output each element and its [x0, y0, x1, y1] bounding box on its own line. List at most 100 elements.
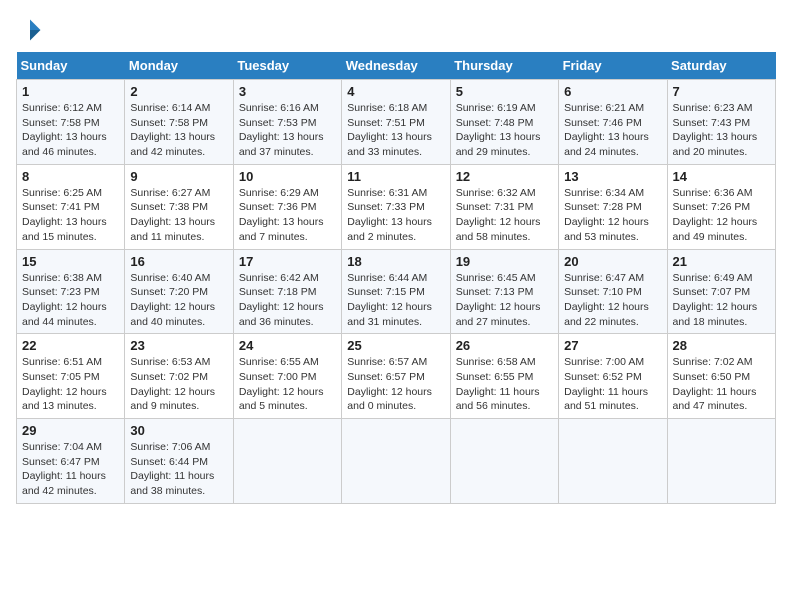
calendar-cell: 22 Sunrise: 6:51 AM Sunset: 7:05 PM Dayl…: [17, 334, 125, 419]
day-info: Sunrise: 6:40 AM Sunset: 7:20 PM Dayligh…: [130, 271, 227, 330]
calendar-week-4: 22 Sunrise: 6:51 AM Sunset: 7:05 PM Dayl…: [17, 334, 776, 419]
page-header: [16, 16, 776, 44]
calendar-cell: 12 Sunrise: 6:32 AM Sunset: 7:31 PM Dayl…: [450, 164, 558, 249]
day-number: 24: [239, 338, 336, 353]
day-info: Sunrise: 6:51 AM Sunset: 7:05 PM Dayligh…: [22, 355, 119, 414]
calendar-cell: 21 Sunrise: 6:49 AM Sunset: 7:07 PM Dayl…: [667, 249, 775, 334]
day-info: Sunrise: 6:18 AM Sunset: 7:51 PM Dayligh…: [347, 101, 444, 160]
weekday-header-friday: Friday: [559, 52, 667, 80]
calendar-cell: 9 Sunrise: 6:27 AM Sunset: 7:38 PM Dayli…: [125, 164, 233, 249]
day-number: 19: [456, 254, 553, 269]
calendar-cell: 4 Sunrise: 6:18 AM Sunset: 7:51 PM Dayli…: [342, 80, 450, 165]
day-number: 10: [239, 169, 336, 184]
day-number: 13: [564, 169, 661, 184]
day-number: 22: [22, 338, 119, 353]
calendar-cell: 24 Sunrise: 6:55 AM Sunset: 7:00 PM Dayl…: [233, 334, 341, 419]
calendar-cell: 11 Sunrise: 6:31 AM Sunset: 7:33 PM Dayl…: [342, 164, 450, 249]
calendar-cell: 1 Sunrise: 6:12 AM Sunset: 7:58 PM Dayli…: [17, 80, 125, 165]
day-number: 30: [130, 423, 227, 438]
calendar-cell: [559, 419, 667, 504]
calendar-cell: 7 Sunrise: 6:23 AM Sunset: 7:43 PM Dayli…: [667, 80, 775, 165]
day-info: Sunrise: 6:14 AM Sunset: 7:58 PM Dayligh…: [130, 101, 227, 160]
day-number: 17: [239, 254, 336, 269]
day-number: 2: [130, 84, 227, 99]
calendar-cell: [342, 419, 450, 504]
day-info: Sunrise: 7:04 AM Sunset: 6:47 PM Dayligh…: [22, 440, 119, 499]
day-info: Sunrise: 6:55 AM Sunset: 7:00 PM Dayligh…: [239, 355, 336, 414]
logo: [16, 16, 48, 44]
calendar-week-1: 1 Sunrise: 6:12 AM Sunset: 7:58 PM Dayli…: [17, 80, 776, 165]
calendar-cell: 3 Sunrise: 6:16 AM Sunset: 7:53 PM Dayli…: [233, 80, 341, 165]
day-info: Sunrise: 6:58 AM Sunset: 6:55 PM Dayligh…: [456, 355, 553, 414]
calendar-cell: [667, 419, 775, 504]
day-info: Sunrise: 6:32 AM Sunset: 7:31 PM Dayligh…: [456, 186, 553, 245]
day-info: Sunrise: 7:02 AM Sunset: 6:50 PM Dayligh…: [673, 355, 770, 414]
day-number: 20: [564, 254, 661, 269]
day-info: Sunrise: 6:47 AM Sunset: 7:10 PM Dayligh…: [564, 271, 661, 330]
calendar-cell: 8 Sunrise: 6:25 AM Sunset: 7:41 PM Dayli…: [17, 164, 125, 249]
calendar-cell: 17 Sunrise: 6:42 AM Sunset: 7:18 PM Dayl…: [233, 249, 341, 334]
calendar-body: 1 Sunrise: 6:12 AM Sunset: 7:58 PM Dayli…: [17, 80, 776, 504]
day-info: Sunrise: 6:44 AM Sunset: 7:15 PM Dayligh…: [347, 271, 444, 330]
day-number: 29: [22, 423, 119, 438]
calendar-cell: 10 Sunrise: 6:29 AM Sunset: 7:36 PM Dayl…: [233, 164, 341, 249]
day-number: 11: [347, 169, 444, 184]
day-info: Sunrise: 6:31 AM Sunset: 7:33 PM Dayligh…: [347, 186, 444, 245]
day-number: 18: [347, 254, 444, 269]
calendar-table: SundayMondayTuesdayWednesdayThursdayFrid…: [16, 52, 776, 504]
calendar-cell: 16 Sunrise: 6:40 AM Sunset: 7:20 PM Dayl…: [125, 249, 233, 334]
calendar-cell: 26 Sunrise: 6:58 AM Sunset: 6:55 PM Dayl…: [450, 334, 558, 419]
day-number: 23: [130, 338, 227, 353]
calendar-cell: 29 Sunrise: 7:04 AM Sunset: 6:47 PM Dayl…: [17, 419, 125, 504]
day-number: 15: [22, 254, 119, 269]
day-info: Sunrise: 7:06 AM Sunset: 6:44 PM Dayligh…: [130, 440, 227, 499]
weekday-header-sunday: Sunday: [17, 52, 125, 80]
day-info: Sunrise: 6:19 AM Sunset: 7:48 PM Dayligh…: [456, 101, 553, 160]
day-info: Sunrise: 6:12 AM Sunset: 7:58 PM Dayligh…: [22, 101, 119, 160]
day-number: 3: [239, 84, 336, 99]
calendar-cell: 15 Sunrise: 6:38 AM Sunset: 7:23 PM Dayl…: [17, 249, 125, 334]
calendar-cell: 18 Sunrise: 6:44 AM Sunset: 7:15 PM Dayl…: [342, 249, 450, 334]
day-info: Sunrise: 7:00 AM Sunset: 6:52 PM Dayligh…: [564, 355, 661, 414]
day-info: Sunrise: 6:27 AM Sunset: 7:38 PM Dayligh…: [130, 186, 227, 245]
day-info: Sunrise: 6:23 AM Sunset: 7:43 PM Dayligh…: [673, 101, 770, 160]
day-info: Sunrise: 6:25 AM Sunset: 7:41 PM Dayligh…: [22, 186, 119, 245]
day-number: 21: [673, 254, 770, 269]
logo-icon: [16, 16, 44, 44]
day-number: 16: [130, 254, 227, 269]
calendar-cell: 20 Sunrise: 6:47 AM Sunset: 7:10 PM Dayl…: [559, 249, 667, 334]
calendar-cell: 28 Sunrise: 7:02 AM Sunset: 6:50 PM Dayl…: [667, 334, 775, 419]
calendar-cell: [233, 419, 341, 504]
day-number: 14: [673, 169, 770, 184]
day-info: Sunrise: 6:21 AM Sunset: 7:46 PM Dayligh…: [564, 101, 661, 160]
day-info: Sunrise: 6:16 AM Sunset: 7:53 PM Dayligh…: [239, 101, 336, 160]
day-number: 4: [347, 84, 444, 99]
weekday-header-thursday: Thursday: [450, 52, 558, 80]
calendar-cell: 27 Sunrise: 7:00 AM Sunset: 6:52 PM Dayl…: [559, 334, 667, 419]
calendar-cell: 25 Sunrise: 6:57 AM Sunset: 6:57 PM Dayl…: [342, 334, 450, 419]
calendar-cell: 6 Sunrise: 6:21 AM Sunset: 7:46 PM Dayli…: [559, 80, 667, 165]
day-info: Sunrise: 6:42 AM Sunset: 7:18 PM Dayligh…: [239, 271, 336, 330]
calendar-cell: 30 Sunrise: 7:06 AM Sunset: 6:44 PM Dayl…: [125, 419, 233, 504]
calendar-cell: 23 Sunrise: 6:53 AM Sunset: 7:02 PM Dayl…: [125, 334, 233, 419]
day-number: 6: [564, 84, 661, 99]
day-info: Sunrise: 6:38 AM Sunset: 7:23 PM Dayligh…: [22, 271, 119, 330]
calendar-cell: 13 Sunrise: 6:34 AM Sunset: 7:28 PM Dayl…: [559, 164, 667, 249]
calendar-cell: 5 Sunrise: 6:19 AM Sunset: 7:48 PM Dayli…: [450, 80, 558, 165]
calendar-cell: 19 Sunrise: 6:45 AM Sunset: 7:13 PM Dayl…: [450, 249, 558, 334]
day-number: 12: [456, 169, 553, 184]
day-number: 28: [673, 338, 770, 353]
day-number: 25: [347, 338, 444, 353]
day-number: 9: [130, 169, 227, 184]
weekday-header-saturday: Saturday: [667, 52, 775, 80]
calendar-header: SundayMondayTuesdayWednesdayThursdayFrid…: [17, 52, 776, 80]
day-info: Sunrise: 6:29 AM Sunset: 7:36 PM Dayligh…: [239, 186, 336, 245]
day-number: 5: [456, 84, 553, 99]
calendar-cell: 2 Sunrise: 6:14 AM Sunset: 7:58 PM Dayli…: [125, 80, 233, 165]
day-info: Sunrise: 6:34 AM Sunset: 7:28 PM Dayligh…: [564, 186, 661, 245]
calendar-week-2: 8 Sunrise: 6:25 AM Sunset: 7:41 PM Dayli…: [17, 164, 776, 249]
calendar-week-5: 29 Sunrise: 7:04 AM Sunset: 6:47 PM Dayl…: [17, 419, 776, 504]
day-info: Sunrise: 6:57 AM Sunset: 6:57 PM Dayligh…: [347, 355, 444, 414]
weekday-header-monday: Monday: [125, 52, 233, 80]
day-info: Sunrise: 6:49 AM Sunset: 7:07 PM Dayligh…: [673, 271, 770, 330]
